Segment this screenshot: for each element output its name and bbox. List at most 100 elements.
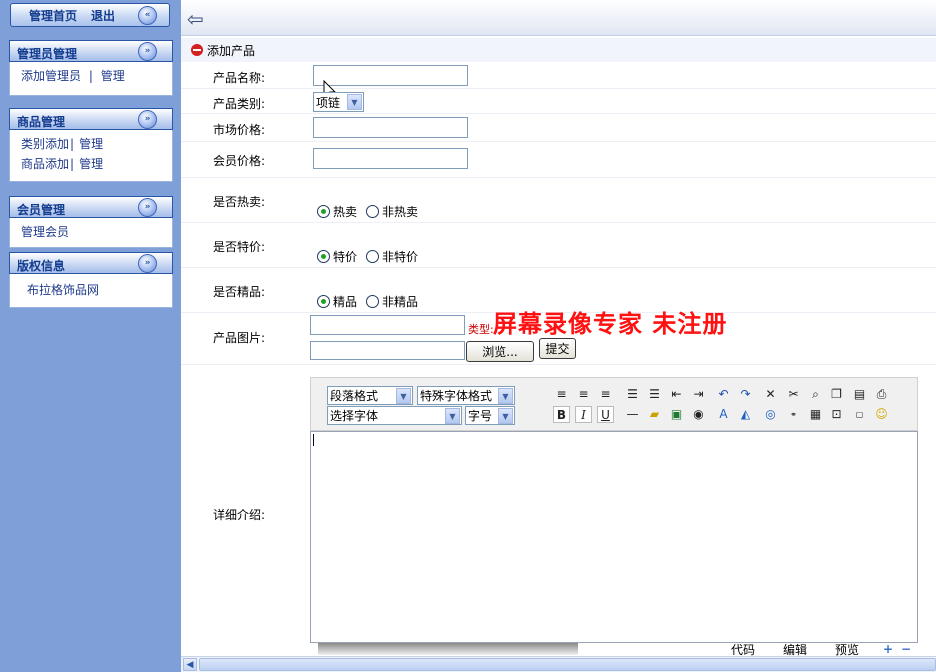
numbered-list-icon[interactable]: ☰ (646, 386, 663, 403)
hot-no-text: 非热卖 (382, 205, 419, 219)
manage-members-link[interactable]: 管理会员 (21, 225, 69, 239)
horizontal-scrollbar[interactable]: ◀ (181, 656, 936, 672)
premium-yes-option[interactable]: 精品 (317, 293, 357, 310)
paragraph-format-select[interactable]: 段落格式 ▼ (327, 386, 413, 405)
editor-mode-tabs: 代码 编辑 预览 + − (721, 641, 918, 658)
align-left-icon[interactable]: ≡ (553, 386, 570, 403)
find-icon[interactable]: ⌕ (807, 386, 824, 403)
font-size-select[interactable]: 字号 ▼ (465, 406, 515, 425)
submit-button[interactable]: 提交 (539, 338, 576, 359)
hot-yes-option[interactable]: 热卖 (317, 203, 357, 220)
undo-icon[interactable]: ↶ (715, 386, 732, 403)
tab-edit[interactable]: 编辑 (783, 641, 807, 658)
manage-category-link[interactable]: 管理 (79, 137, 103, 151)
home-link[interactable]: 管理首页 (29, 7, 77, 24)
panel-toggle-icon[interactable]: » (138, 110, 157, 129)
redo-icon[interactable]: ↷ (737, 386, 754, 403)
font-select[interactable]: 选择字体 ▼ (327, 406, 462, 425)
insert-image-icon[interactable]: ▣ (668, 406, 685, 423)
align-center-icon[interactable]: ≡ (575, 386, 592, 403)
manage-product-link[interactable]: 管理 (79, 157, 103, 171)
bold-icon[interactable]: B (553, 406, 570, 423)
indent-icon[interactable]: ⇥ (690, 386, 707, 403)
logout-link[interactable]: 退出 (91, 7, 115, 24)
image-path-input[interactable] (310, 315, 465, 335)
collapse-sidebar-icon[interactable]: « (138, 6, 157, 25)
special-yes-option[interactable]: 特价 (317, 248, 357, 265)
radio-checked[interactable] (317, 205, 330, 218)
page-title: 添加产品 (207, 43, 256, 58)
radio-unchecked[interactable] (366, 295, 379, 308)
detail-label: 详细介绍: (213, 508, 266, 522)
insert-media-icon[interactable]: ◉ (690, 406, 707, 423)
scroll-left-icon[interactable]: ◀ (183, 658, 197, 671)
shrink-editor-icon[interactable]: − (901, 642, 911, 656)
market-price-label: 市场价格: (213, 123, 266, 137)
panel-toggle-icon[interactable]: » (138, 42, 157, 61)
hot-no-option[interactable]: 非热卖 (366, 203, 418, 220)
premium-label: 是否精品: (213, 285, 266, 299)
underline-icon[interactable]: U (597, 406, 614, 423)
chevron-down-icon[interactable]: ▼ (445, 408, 460, 424)
panel-copyright: 版权信息 » 布拉格饰品网 (9, 252, 173, 308)
row-hot-sale: 是否热卖: 热卖 非热卖 (181, 178, 936, 223)
hot-yes-text: 热卖 (333, 205, 358, 219)
add-product-link[interactable]: 商品添加 (21, 157, 69, 171)
chevron-down-icon[interactable]: ▼ (498, 408, 513, 424)
scrollbar-thumb[interactable] (199, 658, 936, 671)
emoticon-icon[interactable]: ☺ (873, 406, 890, 423)
form-title-bar: 添加产品 (181, 38, 936, 62)
horizontal-rule-icon[interactable]: — (624, 406, 641, 423)
radio-unchecked[interactable] (366, 250, 379, 263)
browse-button[interactable]: 浏览... (466, 341, 534, 362)
goods-item-category: 类别添加| 管理 (21, 134, 172, 154)
site-name: 布拉格饰品网 (27, 283, 100, 297)
add-category-link[interactable]: 类别添加 (21, 137, 69, 151)
align-right-icon[interactable]: ≡ (597, 386, 614, 403)
chevron-down-icon[interactable]: ▼ (396, 388, 411, 404)
open-folder-icon[interactable]: ▰ (646, 406, 663, 423)
market-price-input[interactable] (313, 117, 468, 138)
web-link-icon[interactable]: ⚭ (785, 406, 802, 423)
paste-icon[interactable]: ▤ (851, 386, 868, 403)
radio-checked[interactable] (317, 295, 330, 308)
add-admin-link[interactable]: 添加管理员 (21, 69, 81, 83)
print-icon[interactable]: ⎙ (873, 386, 890, 403)
premium-no-option[interactable]: 非精品 (366, 293, 418, 310)
chevron-down-icon[interactable]: ▼ (498, 388, 513, 404)
special-price-label: 是否特价: (213, 240, 266, 254)
special-font-format-select[interactable]: 特殊字体格式 ▼ (417, 386, 515, 405)
chevron-down-icon[interactable]: ▼ (347, 94, 362, 110)
category-select[interactable]: 项链 ▼ (313, 92, 364, 112)
delete-icon[interactable]: ✕ (762, 386, 779, 403)
tab-code[interactable]: 代码 (731, 641, 755, 658)
panel-admin-header[interactable]: 管理员管理 » (9, 40, 173, 62)
panel-copyright-header[interactable]: 版权信息 » (9, 252, 173, 274)
editor-content-area[interactable] (310, 431, 918, 643)
row-member-price: 会员价格: (181, 142, 936, 178)
manage-admin-link[interactable]: 管理 (101, 69, 125, 83)
back-arrow-icon[interactable]: ⇦ (187, 9, 204, 29)
special-char-icon[interactable]: ⊡ (828, 406, 845, 423)
italic-icon[interactable]: I (575, 406, 592, 423)
radio-unchecked[interactable] (366, 205, 379, 218)
tab-preview[interactable]: 预览 (835, 641, 859, 658)
font-color-icon[interactable]: A (715, 406, 732, 423)
copy-icon[interactable]: ❐ (828, 386, 845, 403)
panel-toggle-icon[interactable]: » (138, 198, 157, 217)
expand-editor-icon[interactable]: + (883, 642, 893, 656)
panel-toggle-icon[interactable]: » (138, 254, 157, 273)
special-no-option[interactable]: 非特价 (366, 248, 418, 265)
panel-member-header[interactable]: 会员管理 » (9, 196, 173, 218)
xml-icon[interactable]: ▢ (851, 406, 868, 423)
outdent-icon[interactable]: ⇤ (668, 386, 685, 403)
panel-goods-header[interactable]: 商品管理 » (9, 108, 173, 130)
radio-checked[interactable] (317, 250, 330, 263)
insert-table-icon[interactable]: ▦ (807, 406, 824, 423)
insert-link-icon[interactable]: ◎ (762, 406, 779, 423)
member-price-input[interactable] (313, 148, 468, 169)
bulleted-list-icon[interactable]: ☰ (624, 386, 641, 403)
highlight-icon[interactable]: ◭ (737, 406, 754, 423)
file-upload-input[interactable] (310, 341, 465, 360)
cut-icon[interactable]: ✂ (785, 386, 802, 403)
